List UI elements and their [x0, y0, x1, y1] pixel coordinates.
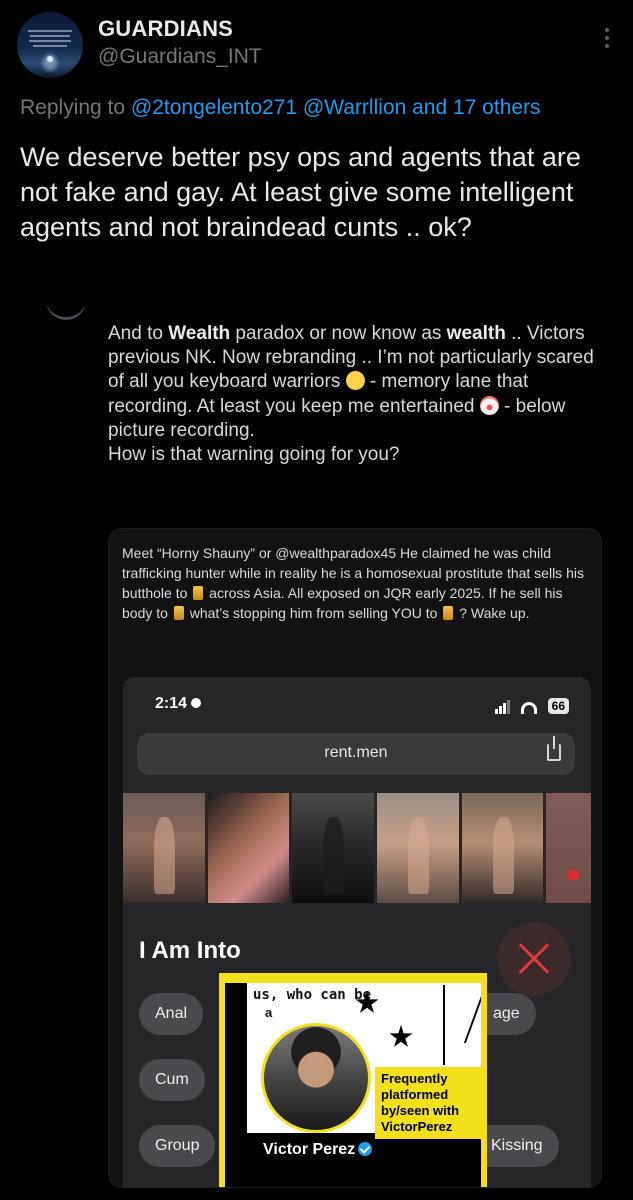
tweet-text: We deserve better psy ops and agents tha… — [20, 142, 581, 242]
share-icon — [547, 736, 561, 761]
overlay-name: Victor Perez — [263, 1141, 373, 1159]
photo-strip — [123, 793, 591, 903]
verified-badge-icon — [358, 1142, 373, 1156]
quoted-avatar — [46, 300, 86, 320]
interest-chip: Cum — [139, 1059, 205, 1101]
cup-emoji-icon — [193, 586, 204, 600]
photo-thumbnail — [546, 793, 591, 903]
quoted-text: And to Wealth paradox or now know as wea… — [108, 323, 594, 466]
reply-context: Replying to @2tongelento271 @Warrllion a… — [20, 96, 541, 120]
status-time: 2:14 — [155, 695, 202, 713]
photo-thumbnail — [376, 793, 459, 903]
star-icon — [389, 1025, 413, 1047]
signal-icon — [494, 696, 511, 714]
record-dot-icon — [567, 869, 580, 881]
status-icons: 66 — [494, 696, 569, 714]
overlay-top-text: us, who can be — [253, 987, 372, 1003]
portrait-photo — [261, 1023, 371, 1133]
author-handle[interactable]: @Guardians_INT — [98, 45, 262, 69]
photo-thumbnail — [123, 793, 205, 903]
meme-overlay: us, who can be a Frequently platformed b… — [219, 973, 487, 1187]
status-dot-icon — [191, 698, 202, 708]
tree-drawing — [443, 985, 477, 1065]
reply-prefix: Replying to — [20, 96, 126, 119]
mention-link[interactable]: @2tongelento271 — [131, 96, 297, 119]
overlay-top-text: a — [265, 1005, 273, 1020]
others-link[interactable]: and 17 others — [412, 96, 540, 119]
cup-emoji-icon — [443, 606, 454, 620]
mention-link[interactable]: @Warrllion — [303, 96, 406, 119]
author-avatar[interactable] — [17, 12, 83, 78]
photo-thumbnail — [207, 793, 290, 903]
overlay-note: Frequently platformed by/seen with Victo… — [375, 1067, 481, 1139]
address-bar: rent.men — [137, 733, 575, 775]
avatar-light-icon — [47, 56, 53, 62]
laughing-emoji-icon — [345, 371, 365, 391]
author-name[interactable]: GUARDIANS — [98, 16, 233, 42]
battery-icon: 66 — [547, 698, 569, 714]
phone-screenshot: 2:14 66 rent.men I Am Into Anal age Cum … — [123, 677, 591, 1187]
cup-emoji-icon — [173, 606, 184, 620]
interest-chip: Group — [139, 1125, 216, 1167]
section-title: I Am Into — [139, 937, 241, 964]
photo-thumbnail — [292, 793, 374, 903]
close-icon — [497, 922, 571, 996]
wifi-icon — [521, 702, 538, 714]
avatar-graphic — [27, 30, 73, 50]
image-caption: Meet “Horny Shauny” or @wealthparadox45 … — [122, 545, 584, 621]
clown-emoji-icon — [479, 395, 499, 415]
more-options-icon[interactable] — [605, 28, 611, 52]
interest-chip: Anal — [139, 993, 204, 1035]
photo-thumbnail — [461, 793, 544, 903]
address-url: rent.men — [324, 744, 388, 761]
embedded-image-card[interactable]: Meet “Horny Shauny” or @wealthparadox45 … — [108, 528, 602, 1188]
